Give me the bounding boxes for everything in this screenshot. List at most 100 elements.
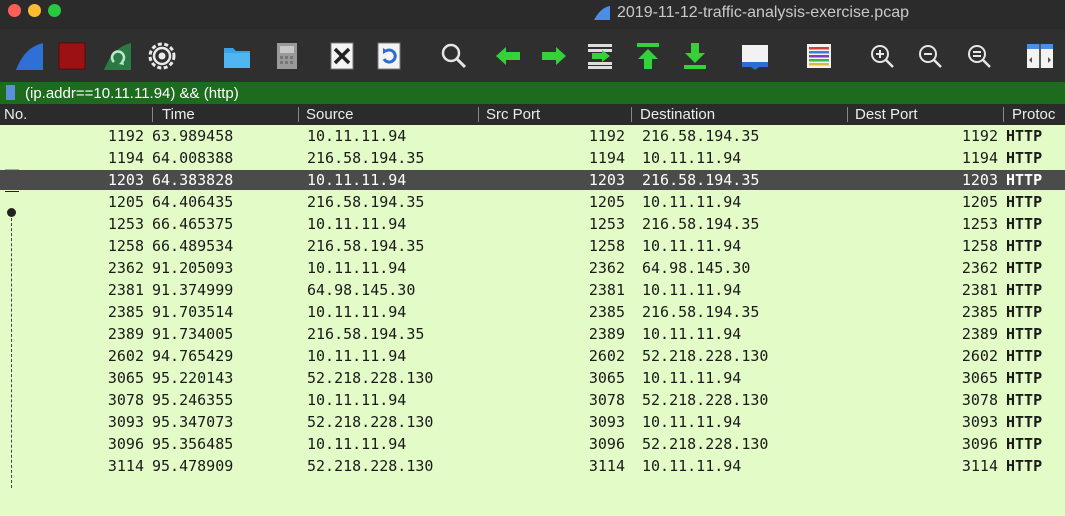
open-file-button[interactable] <box>220 39 254 73</box>
packet-time: 95.347073 <box>152 413 234 431</box>
capture-options-button[interactable] <box>145 39 179 73</box>
packet-time: 64.406435 <box>152 193 234 211</box>
go-to-packet-button[interactable] <box>583 39 617 73</box>
column-header-dest-port[interactable]: Dest Port <box>855 104 995 125</box>
packet-dest-port: 3078 <box>961 391 998 409</box>
bookmark-icon[interactable] <box>6 85 15 100</box>
packet-time: 91.703514 <box>152 303 234 321</box>
start-capture-button[interactable] <box>12 39 46 73</box>
autoscroll-icon <box>742 45 768 70</box>
column-header-src-port[interactable]: Src Port <box>486 104 626 125</box>
column-separator[interactable] <box>1003 107 1004 122</box>
packet-time: 63.989458 <box>152 127 234 145</box>
conversation-start-dot <box>7 208 16 217</box>
column-header-protocol[interactable]: Protoc <box>1012 104 1065 125</box>
packet-row[interactable]: 1194 64.008388 216.58.194.35 1194 10.11.11.9… <box>0 148 1065 168</box>
stop-square-icon <box>58 42 86 70</box>
packet-row[interactable]: 2602 94.765429 10.11.11.94 2602 52.218.228.1… <box>0 346 1065 366</box>
resize-columns-icon <box>1027 44 1053 68</box>
column-header-source[interactable]: Source <box>306 104 476 125</box>
packet-list-header: No. Time Source Src Port Destination Des… <box>0 104 1065 125</box>
packet-destination: 10.11.11.94 <box>642 237 742 255</box>
packet-row[interactable]: 2389 91.734005 216.58.194.35 2389 10.11.11.9… <box>0 324 1065 344</box>
packet-dest-port: 2362 <box>961 259 998 277</box>
title-bar: 2019-11-12-traffic-analysis-exercise.pca… <box>0 0 1065 29</box>
packet-number: 2602 <box>107 347 144 365</box>
column-header-destination[interactable]: Destination <box>640 104 840 125</box>
packet-number: 3065 <box>107 369 144 387</box>
packet-row[interactable]: 3096 95.356485 10.11.11.94 3096 52.218.228.1… <box>0 434 1065 454</box>
go-forward-button[interactable] <box>537 39 571 73</box>
colorize-button[interactable] <box>802 39 836 73</box>
packet-src-port: 1192 <box>588 127 625 145</box>
packet-row[interactable]: 2362 91.205093 10.11.11.94 2362 64.98.145.30… <box>0 258 1065 278</box>
packet-protocol: HTTP <box>1006 127 1043 145</box>
column-separator[interactable] <box>631 107 632 122</box>
reload-file-button[interactable] <box>372 39 406 73</box>
find-packet-button[interactable] <box>437 39 471 73</box>
conversation-line <box>11 218 12 488</box>
zoom-window-button[interactable] <box>48 4 61 17</box>
close-window-button[interactable] <box>8 4 21 17</box>
column-separator[interactable] <box>298 107 299 122</box>
packet-row[interactable]: 3114 95.478909 52.218.228.130 3114 10.11.11.… <box>0 456 1065 476</box>
resize-columns-button[interactable] <box>1023 39 1057 73</box>
packet-source: 216.58.194.35 <box>307 149 425 167</box>
last-packet-icon <box>684 43 706 69</box>
packet-src-port: 3096 <box>588 435 625 453</box>
packet-dest-port: 3096 <box>961 435 998 453</box>
packet-src-port: 1205 <box>588 193 625 211</box>
first-packet-button[interactable] <box>631 39 665 73</box>
column-separator[interactable] <box>847 107 848 122</box>
packet-protocol: HTTP <box>1006 237 1043 255</box>
packet-row[interactable]: 3078 95.246355 10.11.11.94 3078 52.218.228.1… <box>0 390 1065 410</box>
packet-number: 2385 <box>107 303 144 321</box>
packet-row[interactable]: 3065 95.220143 52.218.228.130 3065 10.11.11.… <box>0 368 1065 388</box>
display-filter-input[interactable] <box>21 83 1061 103</box>
packet-destination: 216.58.194.35 <box>642 303 760 321</box>
zoom-out-button[interactable] <box>913 39 947 73</box>
column-header-time[interactable]: Time <box>162 104 292 125</box>
save-file-button[interactable] <box>270 39 304 73</box>
packet-row[interactable]: 1205 64.406435 216.58.194.35 1205 10.11.11.9… <box>0 192 1065 212</box>
conversation-selected-marker <box>5 169 19 170</box>
packet-protocol: HTTP <box>1006 259 1043 277</box>
close-file-button[interactable] <box>325 39 359 73</box>
packet-number: 1253 <box>107 215 144 233</box>
go-back-button[interactable] <box>491 39 525 73</box>
packet-destination: 10.11.11.94 <box>642 149 742 167</box>
packet-destination: 10.11.11.94 <box>642 457 742 475</box>
last-packet-button[interactable] <box>678 39 712 73</box>
packet-dest-port: 2381 <box>961 281 998 299</box>
column-header-no[interactable]: No. <box>4 104 144 125</box>
folder-open-icon <box>224 48 250 68</box>
minimize-window-button[interactable] <box>28 4 41 17</box>
column-separator[interactable] <box>152 107 153 122</box>
find-magnifier-icon <box>441 43 467 69</box>
zoom-in-button[interactable] <box>865 39 899 73</box>
packet-number: 1258 <box>107 237 144 255</box>
packet-dest-port: 2385 <box>961 303 998 321</box>
packet-src-port: 3093 <box>588 413 625 431</box>
packet-destination: 10.11.11.94 <box>642 281 742 299</box>
packet-source: 10.11.11.94 <box>307 435 407 453</box>
shark-fin-start-icon <box>16 43 43 70</box>
normal-size-button[interactable] <box>962 39 996 73</box>
packet-number: 1203 <box>107 171 144 189</box>
packet-row[interactable]: 1253 66.465375 10.11.11.94 1253 216.58.194.3… <box>0 214 1065 234</box>
packet-src-port: 2362 <box>588 259 625 277</box>
stop-capture-button[interactable] <box>55 39 89 73</box>
packet-row-selected[interactable]: 1203 64.383828 10.11.11.94 1203 216.58.194.3… <box>0 170 1065 190</box>
packet-row[interactable]: 1258 66.489534 216.58.194.35 1258 10.11.11.9… <box>0 236 1065 256</box>
packet-dest-port: 3093 <box>961 413 998 431</box>
packet-row[interactable]: 3093 95.347073 52.218.228.130 3093 10.11.11.… <box>0 412 1065 432</box>
packet-src-port: 2389 <box>588 325 625 343</box>
packet-row[interactable]: 2381 91.374999 64.98.145.30 2381 10.11.11.94… <box>0 280 1065 300</box>
packet-src-port: 2385 <box>588 303 625 321</box>
packet-protocol: HTTP <box>1006 215 1043 233</box>
packet-row[interactable]: 1192 63.989458 10.11.11.94 1192 216.58.194.3… <box>0 126 1065 146</box>
packet-row[interactable]: 2385 91.703514 10.11.11.94 2385 216.58.194.3… <box>0 302 1065 322</box>
restart-capture-button[interactable] <box>100 39 134 73</box>
autoscroll-button[interactable] <box>738 39 772 73</box>
column-separator[interactable] <box>478 107 479 122</box>
